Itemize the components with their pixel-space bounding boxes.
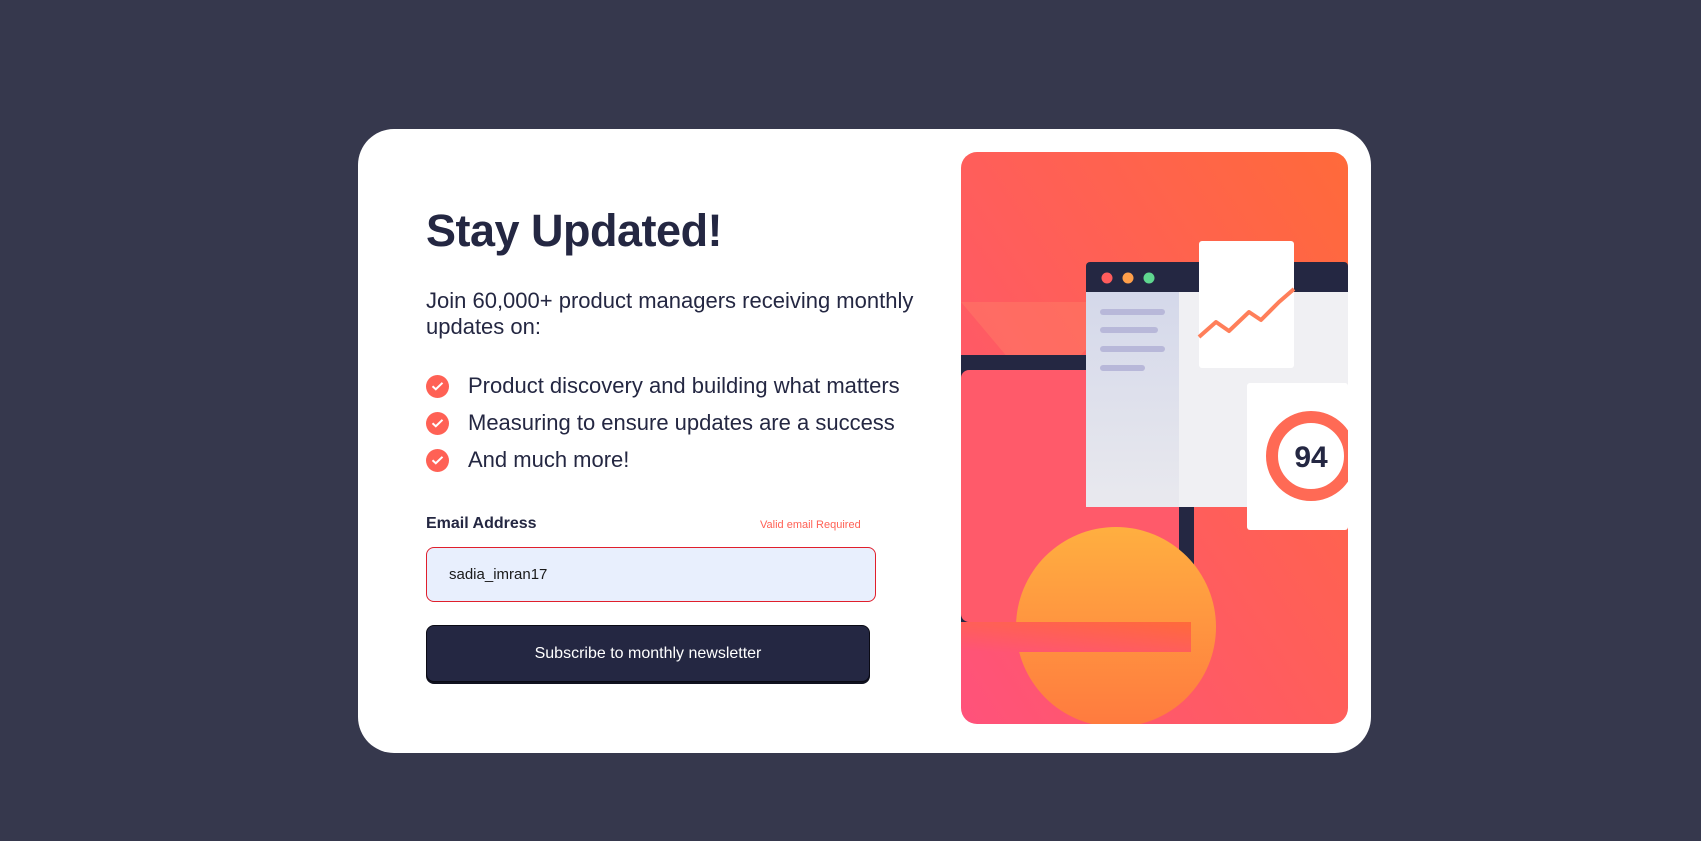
feature-list: Product discovery and building what matt… bbox=[426, 373, 900, 484]
newsletter-card: Stay Updated! Join 60,000+ product manag… bbox=[358, 129, 1371, 753]
check-icon bbox=[426, 448, 449, 472]
signup-panel: Stay Updated! Join 60,000+ product manag… bbox=[426, 129, 946, 753]
email-error-message: Valid email Required bbox=[760, 519, 861, 531]
list-item: And much more! bbox=[426, 447, 900, 473]
check-icon bbox=[426, 411, 449, 435]
hero-illustration: 94 bbox=[961, 152, 1348, 724]
intro-text: Join 60,000+ product managers receiving … bbox=[426, 288, 914, 339]
list-item: Product discovery and building what matt… bbox=[426, 373, 900, 399]
score-text: 94 bbox=[1294, 441, 1328, 474]
page-title: Stay Updated! bbox=[426, 205, 723, 256]
list-item: Measuring to ensure updates are a succes… bbox=[426, 410, 900, 436]
email-label: Email Address bbox=[426, 515, 537, 532]
check-icon bbox=[426, 374, 449, 398]
subscribe-button[interactable]: Subscribe to monthly newsletter bbox=[426, 625, 870, 682]
illustration-graphic: 94 bbox=[961, 152, 1348, 724]
feature-label: Product discovery and building what matt… bbox=[468, 373, 900, 398]
email-field[interactable] bbox=[426, 547, 876, 602]
feature-label: Measuring to ensure updates are a succes… bbox=[468, 410, 895, 435]
feature-label: And much more! bbox=[468, 447, 630, 472]
